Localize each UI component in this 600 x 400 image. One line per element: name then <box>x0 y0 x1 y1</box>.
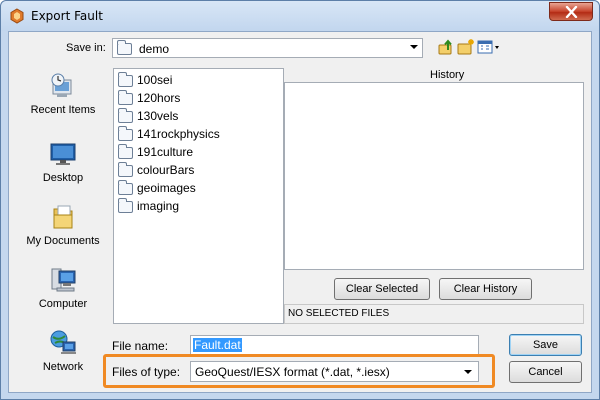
clear-selected-button[interactable]: Clear Selected <box>334 278 430 300</box>
file-name: 120hors <box>137 91 181 105</box>
history-list[interactable] <box>284 82 584 270</box>
history-label: History <box>430 69 465 81</box>
list-item[interactable]: 130vels <box>118 107 178 125</box>
file-name-label: File name: <box>112 339 169 353</box>
list-item[interactable]: 191culture <box>118 143 193 161</box>
folder-icon <box>118 125 133 141</box>
list-item[interactable]: 100sei <box>118 71 172 89</box>
list-item[interactable]: 141rockphysics <box>118 125 220 143</box>
save-in-label: Save in: <box>66 42 106 54</box>
recent-items-icon <box>51 73 72 97</box>
title-bar[interactable]: Export Fault <box>1 1 599 31</box>
list-item[interactable]: 120hors <box>118 89 180 107</box>
desktop-icon <box>50 143 76 165</box>
dialog-body: Save in: demo Recent Items Desktop My Do… <box>8 31 592 393</box>
computer-icon <box>51 268 76 292</box>
file-name: 100sei <box>137 73 173 87</box>
place-my-documents[interactable]: My Documents <box>19 197 107 257</box>
close-icon <box>565 6 578 18</box>
file-name: 141rockphysics <box>137 127 220 141</box>
close-button[interactable] <box>549 2 593 21</box>
up-one-level-icon[interactable] <box>437 38 455 56</box>
folder-icon <box>118 179 133 195</box>
chevron-down-icon <box>410 45 418 49</box>
folder-icon <box>118 197 133 213</box>
folder-icon <box>118 71 133 87</box>
file-name-field[interactable]: Fault.dat <box>190 335 479 355</box>
file-name: 130vels <box>137 109 179 123</box>
view-menu-icon[interactable] <box>477 38 501 56</box>
place-recent-items[interactable]: Recent Items <box>19 66 107 126</box>
file-name: imaging <box>137 199 180 213</box>
list-item[interactable]: colourBars <box>118 161 194 179</box>
new-folder-icon[interactable] <box>457 38 475 56</box>
cancel-button[interactable]: Cancel <box>509 361 582 383</box>
file-list[interactable]: 100sei 120hors 130vels 141rockphysics 19… <box>113 68 284 324</box>
clear-history-button[interactable]: Clear History <box>439 278 532 300</box>
files-of-type-highlight <box>103 354 495 388</box>
save-in-dropdown[interactable]: demo <box>112 38 423 58</box>
places-bar: Recent Items Desktop My Documents Comput… <box>19 66 107 386</box>
place-network[interactable]: Network <box>19 323 107 383</box>
file-name: 191culture <box>137 145 194 159</box>
folder-icon <box>118 107 133 123</box>
place-label: My Documents <box>26 235 100 247</box>
my-documents-icon <box>53 205 73 229</box>
place-desktop[interactable]: Desktop <box>19 134 107 194</box>
place-label: Network <box>42 361 84 373</box>
place-label: Recent Items <box>30 104 96 116</box>
file-name: colourBars <box>137 163 195 177</box>
folder-icon <box>118 143 133 159</box>
folder-icon <box>118 89 133 105</box>
window-title: Export Fault <box>31 9 103 23</box>
place-label: Computer <box>38 298 88 310</box>
place-label: Desktop <box>42 172 84 184</box>
folder-icon <box>118 161 133 177</box>
app-icon <box>10 8 24 24</box>
folder-icon <box>117 40 132 55</box>
save-button[interactable]: Save <box>509 334 582 356</box>
network-icon <box>50 330 76 354</box>
list-item[interactable]: geoimages <box>118 179 196 197</box>
export-fault-dialog: Export Fault Save in: demo Recent Items … <box>0 0 600 400</box>
history-status: NO SELECTED FILES <box>284 304 584 324</box>
file-name-value: Fault.dat <box>193 338 242 352</box>
save-in-value: demo <box>139 42 170 56</box>
list-item[interactable]: imaging <box>118 197 179 215</box>
place-computer[interactable]: Computer <box>19 260 107 320</box>
file-name: geoimages <box>137 181 196 195</box>
